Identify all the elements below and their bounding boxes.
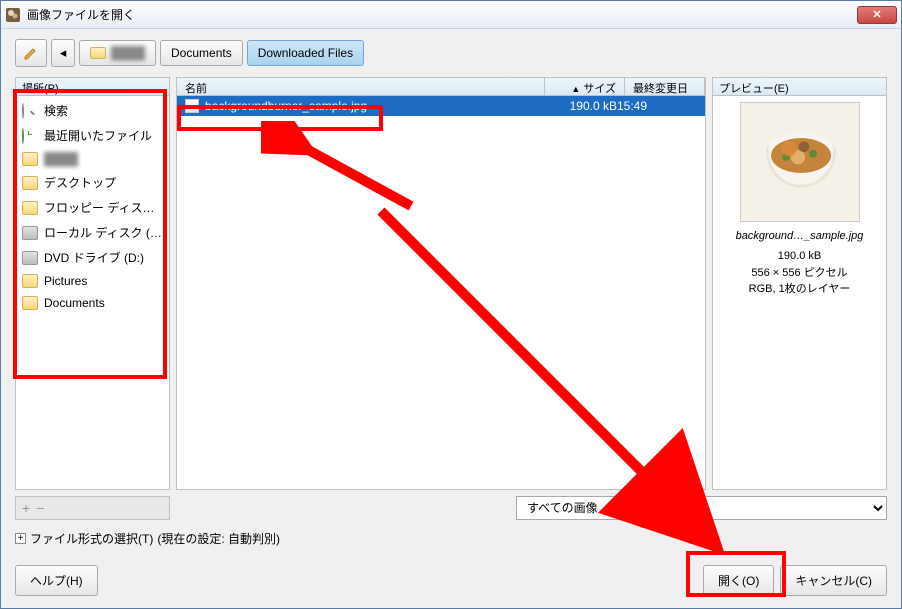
folder-icon	[22, 176, 38, 190]
col-name-label: 名前	[185, 83, 207, 95]
add-remove-bookmark: + −	[15, 496, 170, 520]
folder-icon	[22, 296, 38, 310]
col-date-header[interactable]: 最終変更日	[625, 78, 705, 95]
app-icon	[5, 7, 21, 23]
file-date-label: 15:49	[617, 99, 697, 113]
open-button[interactable]: 開く(O)	[703, 565, 774, 596]
search-icon	[22, 104, 38, 118]
places-item-label: Pictures	[44, 274, 87, 288]
places-header: 場所(P)	[16, 78, 169, 96]
preview-header-label: プレビュー(E)	[719, 83, 789, 95]
file-format-expander[interactable]: + ファイル形式の選択(T) (現在の設定: 自動判別)	[15, 530, 887, 547]
path-user-folder[interactable]: ████	[79, 40, 156, 66]
titlebar: 画像ファイルを開く ✕	[1, 1, 901, 29]
preview-dimensions: 556 × 556 ピクセル	[719, 265, 880, 282]
file-type-filter[interactable]: すべての画像	[516, 496, 887, 520]
places-item-label: DVD ドライブ (D:)	[44, 249, 144, 266]
col-size-label: サイズ	[583, 83, 616, 95]
file-icon	[185, 99, 199, 113]
places-item[interactable]: ████	[16, 148, 169, 170]
places-item[interactable]: デスクトップ	[16, 170, 169, 195]
pencil-icon	[23, 45, 39, 61]
col-size-header[interactable]: ▲ サイズ	[545, 78, 625, 95]
places-item-label: フロッピー ディス…	[44, 199, 155, 216]
folder-icon	[22, 152, 38, 166]
close-button[interactable]: ✕	[857, 6, 897, 24]
back-button[interactable]: ◂	[51, 39, 75, 67]
preview-header: プレビュー(E)	[713, 78, 886, 96]
edit-path-button[interactable]	[15, 39, 47, 67]
preview-filesize: 190.0 kB	[719, 248, 880, 265]
places-item-label: デスクトップ	[44, 174, 116, 191]
places-header-label: 場所(P)	[22, 83, 59, 95]
folder-icon	[90, 47, 106, 59]
file-list[interactable]: backgroundburner_sample.jpg 190.0 kB15:49	[177, 96, 705, 489]
places-list[interactable]: 検索最近開いたファイル ████ デスクトップフロッピー ディス… ローカル ディスク…	[16, 96, 169, 489]
file-size-label: 190.0 kB	[537, 99, 617, 113]
preview-colormode: RGB, 1枚のレイヤー	[719, 281, 880, 298]
col-name-header[interactable]: 名前	[177, 78, 545, 95]
path-documents[interactable]: Documents	[160, 40, 243, 66]
places-item-label: ローカル ディスク (…	[44, 224, 162, 241]
preview-panel: プレビュー(E) background…_sample.jpg 190.0 kB…	[712, 77, 887, 490]
folder-icon	[22, 274, 38, 288]
places-item-label: 最近開いたファイル	[44, 127, 152, 144]
file-row[interactable]: backgroundburner_sample.jpg 190.0 kB15:49	[177, 96, 705, 116]
file-header-row: 名前 ▲ サイズ 最終変更日	[177, 78, 705, 96]
places-item-label: Documents	[44, 296, 105, 310]
places-item[interactable]: 検索	[16, 98, 169, 123]
file-panel: 名前 ▲ サイズ 最終変更日 backgroundburner_sample.j…	[176, 77, 706, 490]
cancel-button[interactable]: キャンセル(C)	[780, 565, 887, 596]
places-item[interactable]: 最近開いたファイル	[16, 123, 169, 148]
add-icon[interactable]: +	[22, 500, 30, 516]
path-downloaded[interactable]: Downloaded Files	[247, 40, 364, 66]
expander-current: (現在の設定: 自動判別)	[157, 530, 280, 547]
places-item[interactable]: フロッピー ディス…	[16, 195, 169, 220]
file-name-label: backgroundburner_sample.jpg	[205, 99, 367, 113]
places-item[interactable]: Documents	[16, 292, 169, 314]
path-bar: ◂ ████ Documents Downloaded Files	[15, 39, 887, 67]
drive-icon	[22, 226, 38, 240]
sort-indicator-icon: ▲	[571, 84, 580, 94]
preview-filename: background…_sample.jpg	[719, 230, 880, 242]
places-item[interactable]: DVD ドライブ (D:)	[16, 245, 169, 270]
window-title: 画像ファイルを開く	[27, 6, 857, 23]
places-item[interactable]: Pictures	[16, 270, 169, 292]
expander-label: ファイル形式の選択(T)	[30, 530, 153, 547]
recent-icon	[22, 129, 38, 143]
places-item-label: 検索	[44, 102, 68, 119]
preview-image	[740, 102, 860, 222]
folder-icon	[22, 201, 38, 215]
places-item[interactable]: ローカル ディスク (…	[16, 220, 169, 245]
path-user-label: ████	[111, 46, 145, 60]
places-panel: 場所(P) 検索最近開いたファイル ████ デスクトップフロッピー ディス… ローカ…	[15, 77, 170, 490]
remove-icon[interactable]: −	[36, 500, 44, 516]
expand-icon: +	[15, 533, 26, 544]
drive-icon	[22, 251, 38, 265]
places-item-label: ████	[44, 152, 78, 166]
help-button[interactable]: ヘルプ(H)	[15, 565, 98, 596]
